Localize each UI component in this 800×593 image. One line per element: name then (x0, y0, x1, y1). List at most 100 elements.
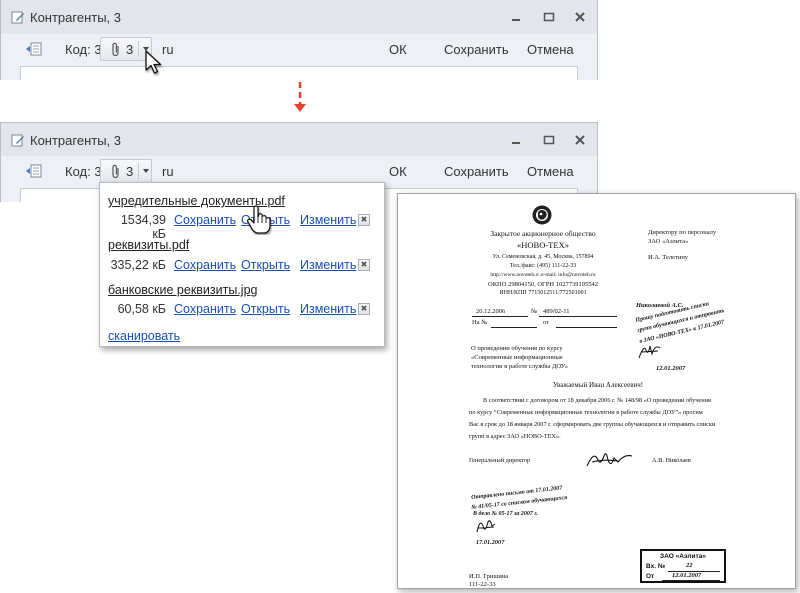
body-line: Вас в срок до 18 января 2007 г. сформиро… (469, 421, 716, 428)
hand-cursor-icon (246, 205, 272, 240)
title-bar: Контрагенты, 3 (0, 0, 598, 34)
save-button[interactable]: Сохранить (444, 42, 509, 57)
note-date: 17.01.2007 (476, 539, 505, 546)
edit-icon (11, 10, 25, 29)
company-name: «НОВО-ТЕХ» (517, 240, 569, 250)
subject-line: О проведении обучения по курсу (471, 345, 563, 352)
stamp-from-date: 12.01.2007 (672, 572, 702, 579)
recipient-line: И.А. Телетину (648, 254, 689, 261)
split-divider (138, 41, 139, 57)
code-label: Код: 3 (65, 164, 102, 179)
file-name-link[interactable]: банковские реквизиты.jpg (108, 283, 258, 297)
file-open-link[interactable]: Открыть (241, 302, 290, 316)
ok-button[interactable]: ОК (389, 164, 407, 179)
company-type: Закрытое акционерное общество (490, 229, 596, 238)
minimize-icon[interactable] (509, 133, 523, 147)
delete-icon[interactable]: ✖ (358, 303, 370, 315)
ot-label: от (543, 319, 550, 326)
split-divider (138, 163, 139, 179)
attach-count: 3 (126, 42, 134, 57)
resolution-date: 12.01.2007 (656, 365, 686, 372)
back-list-icon[interactable] (25, 42, 43, 61)
body-line: В соответствии с договором от 18 декабря… (483, 397, 711, 404)
edit-icon (11, 133, 25, 152)
stamp-in-number: 22 (686, 562, 693, 569)
signer-name: А.В. Николаев (652, 457, 691, 464)
file-save-link[interactable]: Сохранить (174, 258, 236, 272)
document-preview: Закрытое акционерное общество «НОВО-ТЕХ»… (397, 193, 796, 589)
stamp-from-line (662, 580, 720, 581)
resolution-signature (636, 340, 664, 367)
file-save-link[interactable]: Сохранить (174, 213, 236, 227)
lang-label[interactable]: ru (162, 164, 174, 179)
paperclip-icon (111, 42, 121, 62)
greeting: Уважаемый Иван Алексеевич! (552, 381, 644, 389)
signer-role: Генеральный директор (469, 457, 531, 464)
executor-name: И.П. Гришина (469, 573, 509, 580)
code-label: Код: 3 (65, 42, 102, 57)
recipient-line: Директору по персоналу (648, 229, 717, 236)
subject-line: «Современные информационные (471, 354, 563, 361)
body-line: групп в адрес ЗАО «НОВО-ТЕХ». (469, 433, 561, 440)
cancel-button[interactable]: Отмена (527, 164, 574, 179)
number-prefix: № (531, 308, 538, 315)
number-line (539, 316, 617, 317)
company-logo-icon (531, 204, 553, 231)
attach-count: 3 (126, 164, 134, 179)
content-panel (20, 66, 578, 80)
file-edit-link[interactable]: Изменить (300, 258, 356, 272)
back-list-icon[interactable] (25, 164, 43, 183)
na-line (491, 327, 537, 328)
file-size: 1534,39 кБ (120, 213, 166, 241)
cancel-button[interactable]: Отмена (527, 42, 574, 57)
stamp-title: ЗАО «Аэлита» (660, 553, 706, 560)
company-phone: Тел./факс: (495) 111-22-33 (509, 263, 577, 269)
delete-icon[interactable]: ✖ (358, 214, 370, 226)
file-name-link[interactable]: реквизиты.pdf (108, 238, 189, 252)
stamp-from-label: От (646, 573, 655, 580)
scan-link[interactable]: сканировать (108, 329, 180, 343)
file-size: 60,58 кБ (117, 302, 166, 316)
file-edit-link[interactable]: Изменить (300, 213, 356, 227)
minimize-icon[interactable] (509, 10, 523, 24)
director-signature (584, 446, 636, 477)
paperclip-icon (111, 164, 121, 184)
attachments-button[interactable]: 3 (100, 159, 152, 183)
company-web: http://www.novoteh.rc.e-mail: info@novot… (490, 272, 596, 278)
maximize-icon[interactable] (542, 10, 556, 24)
company-inn: ИНН/КПП 7715012511/772501001 (499, 290, 587, 296)
executor-phone: 111-22-33 (469, 581, 496, 588)
file-open-link[interactable]: Открыть (241, 258, 290, 272)
recipient-line: ЗАО «Аэлита» (648, 238, 689, 245)
letter-date: 20.12.2006 (476, 308, 506, 315)
close-icon[interactable] (573, 10, 587, 24)
title-bar: Контрагенты, 3 (0, 122, 598, 156)
note-signature (474, 516, 498, 541)
transition-arrow-icon (292, 80, 308, 119)
file-save-link[interactable]: Сохранить (174, 302, 236, 316)
save-button[interactable]: Сохранить (444, 164, 509, 179)
cursor-arrow-icon (144, 50, 164, 81)
subject-line: технологии в работе службы ДОУ» (471, 363, 569, 370)
letter-number: 489/02-11 (543, 308, 570, 315)
file-edit-link[interactable]: Изменить (300, 302, 356, 316)
company-address: Ул. Семеновская, д. 45, Москва, 157894 (492, 254, 594, 260)
window-title: Контрагенты, 3 (30, 10, 122, 25)
body-line: по курсу “Современные информационные тех… (469, 409, 703, 416)
na-label: На № (472, 319, 488, 326)
chevron-down-icon[interactable] (143, 169, 149, 173)
toolbar: Код: 3 3 ru ОК Сохранить Отмена (0, 34, 598, 66)
attachments-dropdown: учредительные документы.pdf 1534,39 кБ С… (99, 182, 385, 347)
maximize-icon[interactable] (542, 133, 556, 147)
company-okpo: ОКПО 29804150, ОГРН 1027739195542 (488, 281, 598, 288)
content-area (0, 66, 598, 80)
ok-button[interactable]: ОК (389, 42, 407, 57)
window-title: Контрагенты, 3 (30, 133, 122, 148)
file-size: 335,22 кБ (110, 258, 166, 272)
date-line (472, 316, 528, 317)
stamp-in-label: Вх. № (646, 563, 666, 570)
delete-icon[interactable]: ✖ (358, 259, 370, 271)
ot-line (556, 327, 617, 328)
window-before: Контрагенты, 3 Код: 3 3 ru ОК Сохранить … (0, 0, 598, 80)
close-icon[interactable] (573, 133, 587, 147)
